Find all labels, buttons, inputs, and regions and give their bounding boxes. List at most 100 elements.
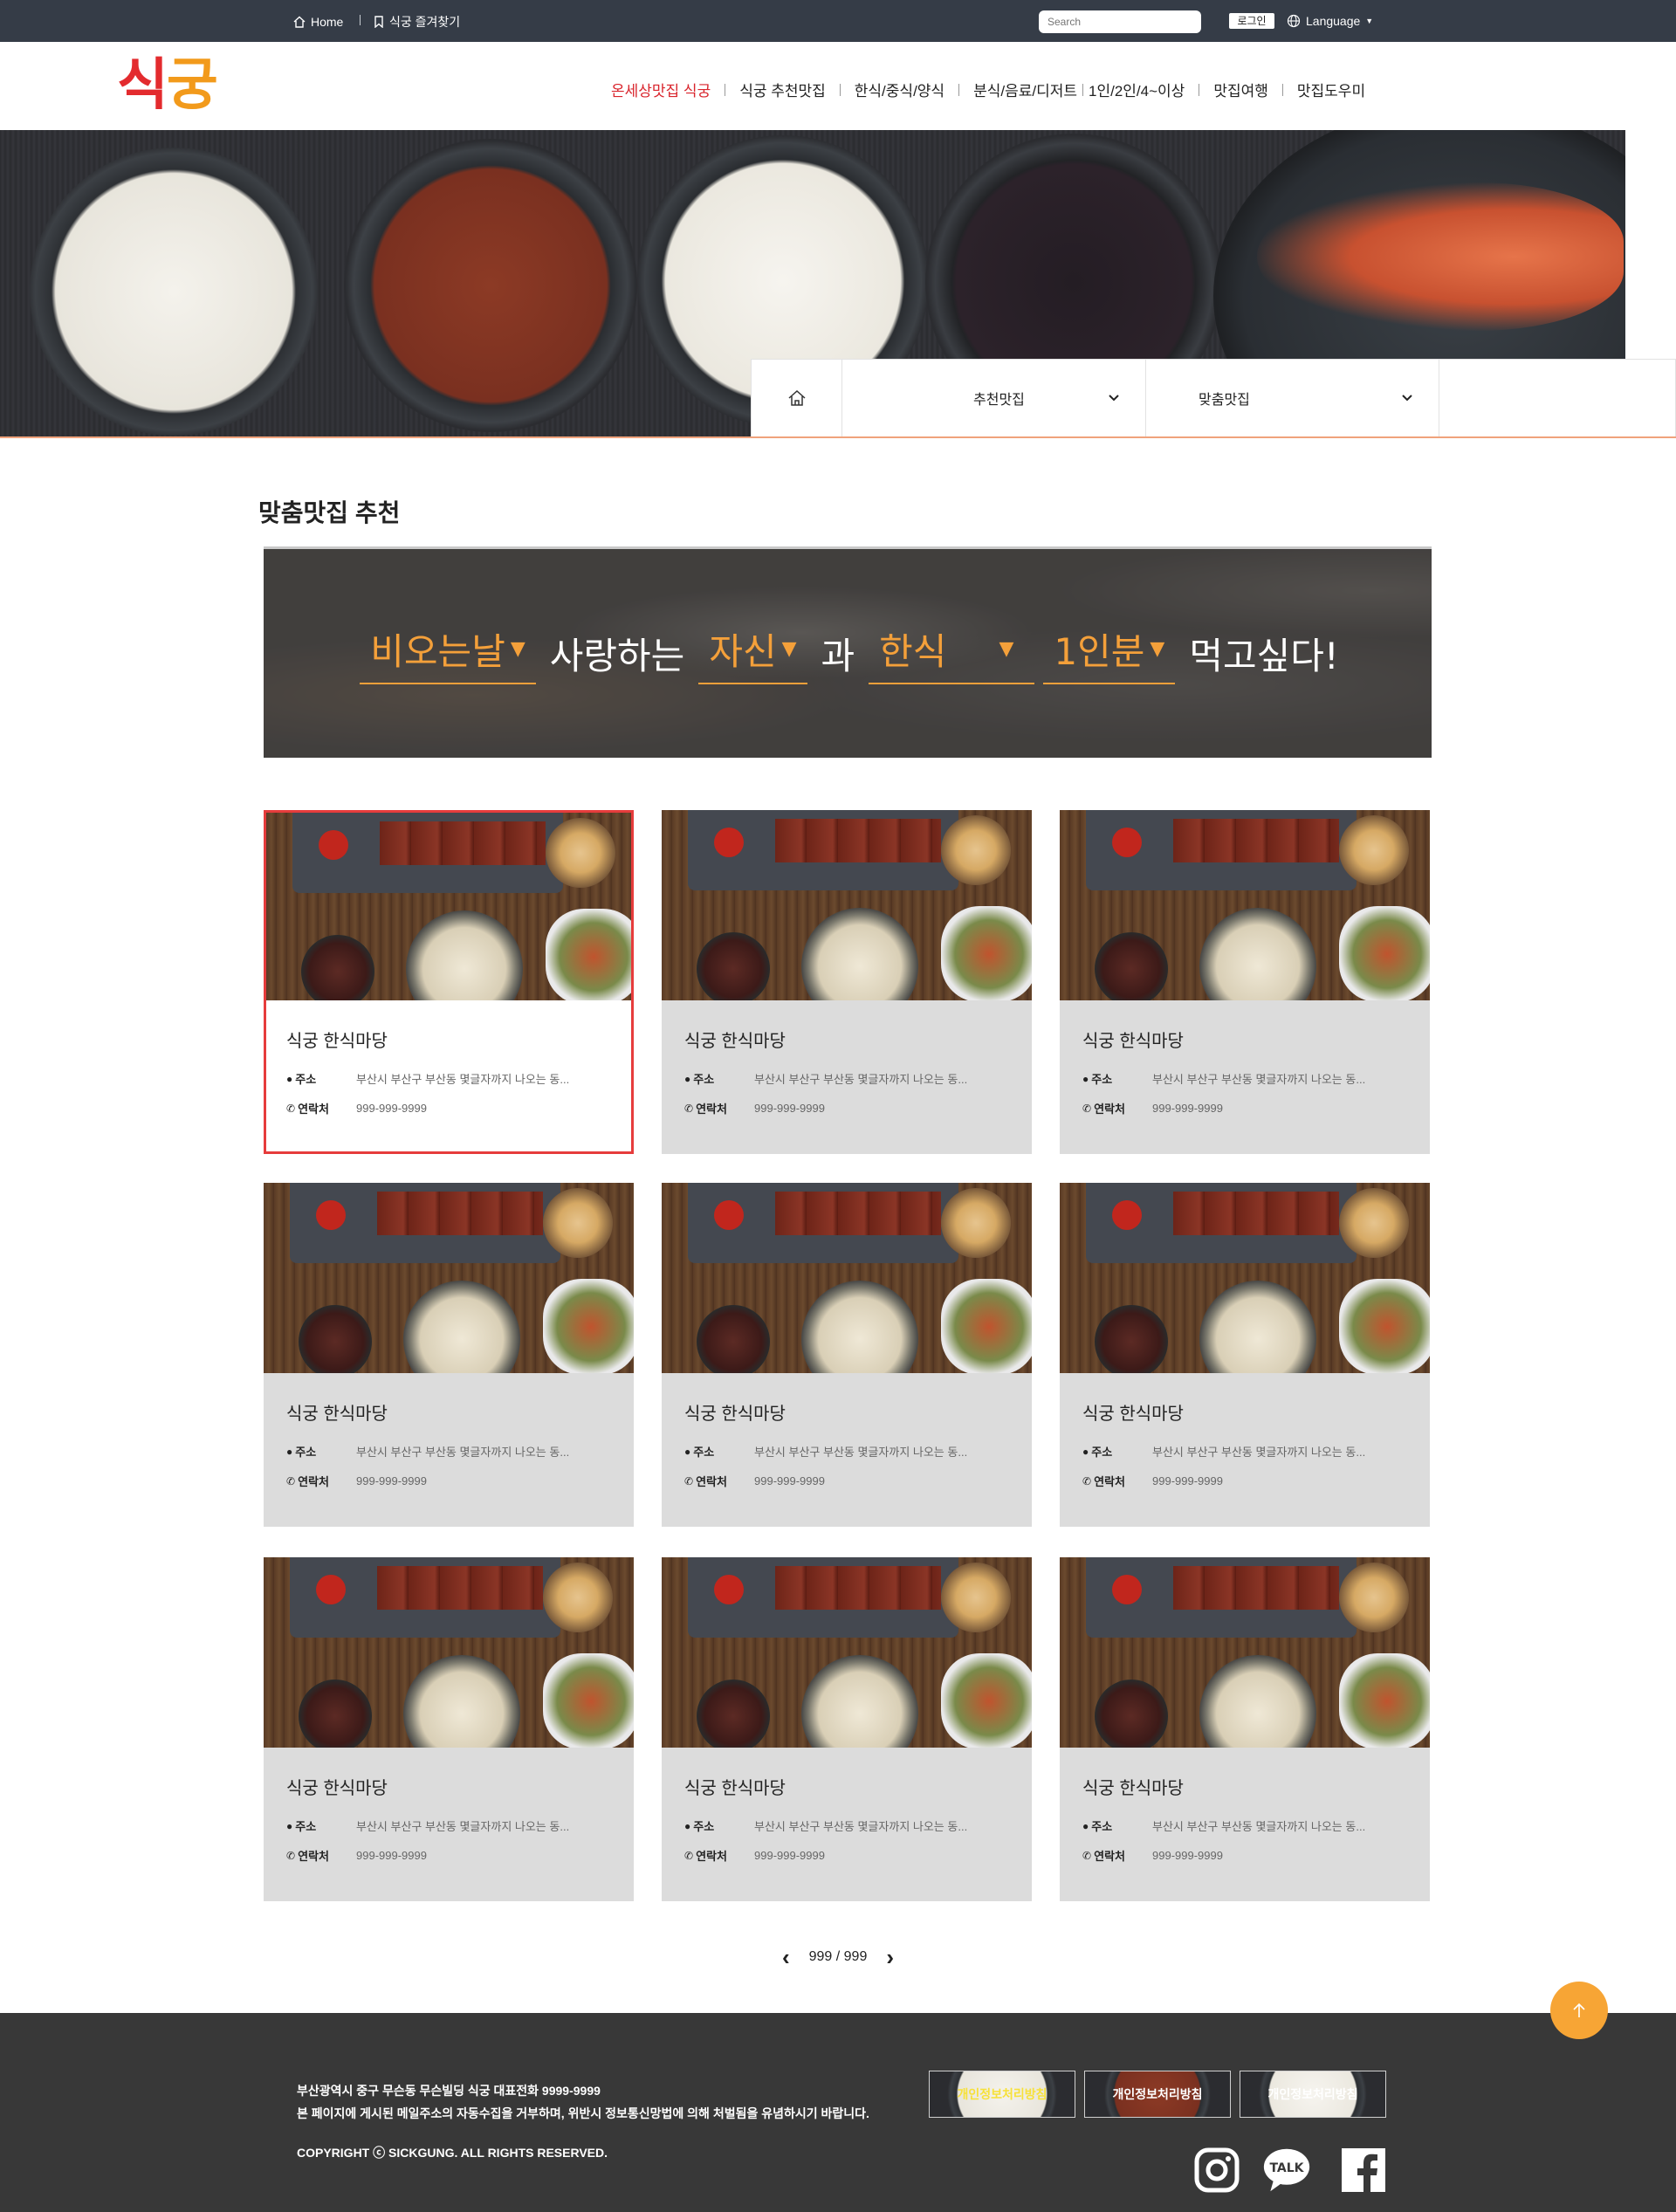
- phone-icon: ✆: [1082, 1102, 1092, 1115]
- nav-divider: [839, 83, 841, 96]
- restaurant-photo: [1060, 1557, 1430, 1748]
- chevron-left-icon[interactable]: ‹: [782, 1946, 790, 1968]
- restaurant-card[interactable]: 식궁 한식마당 ● 주소 부산시 부산구 부산동 몇글자까지 나오는 동... ✆ 연락처…: [264, 810, 634, 1154]
- nav-item-cuisine[interactable]: 한식/중식/양식: [855, 79, 944, 100]
- phone-value: 999-999-9999: [356, 1102, 427, 1115]
- restaurant-name: 식궁 한식마당: [684, 1032, 786, 1051]
- phone-icon: ✆: [684, 1474, 694, 1487]
- restaurant-name: 식궁 한식마당: [684, 1779, 786, 1798]
- phone-value: 999-999-9999: [754, 1102, 825, 1115]
- chevron-down-icon: [1109, 395, 1119, 402]
- hero-underline: [0, 436, 1676, 438]
- map-pin-icon: ●: [286, 1445, 293, 1458]
- food-select[interactable]: 한식 ▼: [869, 622, 1035, 684]
- address-value: 부산시 부산구 부산동 몇글자까지 나오는 동...: [754, 1073, 968, 1086]
- home-link[interactable]: Home: [293, 12, 343, 31]
- phone-value: 999-999-9999: [754, 1849, 825, 1862]
- logo-part1: 식: [117, 52, 168, 118]
- favorite-link[interactable]: 식궁 즐겨찾기: [374, 12, 460, 31]
- restaurant-card[interactable]: 식궁 한식마당 ● 주소 부산시 부산구 부산동 몇글자까지 나오는 동... ✆ 연락처…: [1060, 1183, 1430, 1527]
- restaurant-card[interactable]: 식궁 한식마당 ● 주소 부산시 부산구 부산동 몇글자까지 나오는 동... ✆ 연락처…: [1060, 810, 1430, 1154]
- phone-icon: ✆: [684, 1102, 694, 1115]
- phone-value: 999-999-9999: [1152, 1474, 1223, 1487]
- home-label: Home: [311, 15, 344, 29]
- companion-value: 자신: [709, 630, 777, 673]
- phone-label: 연락처: [1094, 1475, 1125, 1488]
- address-value: 부산시 부산구 부산동 몇글자까지 나오는 동...: [754, 1820, 968, 1833]
- phone-label: 연락처: [696, 1850, 727, 1863]
- address-label: 주소: [295, 1820, 317, 1833]
- restaurant-photo: [662, 1183, 1032, 1373]
- restaurant-card[interactable]: 식궁 한식마당 ● 주소 부산시 부산구 부산동 몇글자까지 나오는 동... ✆ 연락처…: [1060, 1557, 1430, 1901]
- sentence-word: 먹고싶다!: [1189, 635, 1339, 677]
- restaurant-card[interactable]: 식궁 한식마당 ● 주소 부산시 부산구 부산동 몇글자까지 나오는 동... ✆ 연락처…: [264, 1183, 634, 1527]
- restaurant-card[interactable]: 식궁 한식마당 ● 주소 부산시 부산구 부산동 몇글자까지 나오는 동... ✆ 연락처…: [662, 1183, 1032, 1527]
- nav-item-snacks[interactable]: 분식/음료/디저트: [973, 79, 1077, 100]
- footer-address: 부산광역시 중구 무슨동 무슨빌딩 식궁 대표전화 9999-9999: [297, 2084, 601, 2098]
- nav-item-home[interactable]: 온세상맛집 식궁: [611, 79, 711, 100]
- bookmark-icon: [374, 16, 383, 28]
- people-select[interactable]: 1인분 ▼: [1043, 622, 1176, 684]
- phone-row: ✆ 연락처 999-999-9999: [1082, 1473, 1223, 1489]
- nav-item-recommended[interactable]: 식궁 추천맛집: [739, 79, 826, 100]
- site-logo[interactable]: 식궁: [117, 51, 218, 120]
- phone-row: ✆ 연락처 999-999-9999: [684, 1847, 825, 1864]
- restaurant-photo: [264, 1557, 634, 1748]
- address-row: ● 주소 부산시 부산구 부산동 몇글자까지 나오는 동...: [1082, 1817, 1365, 1834]
- kakaotalk-label: TALK: [1269, 2161, 1304, 2175]
- nav-item-travel[interactable]: 맛집여행: [1213, 79, 1268, 100]
- footer-notice: 본 페이지에 게시된 메일주소의 자동수집을 거부하며, 위반시 정보통신망법에…: [297, 2106, 869, 2120]
- privacy-policy-button[interactable]: 개인정보처리방침: [1240, 2071, 1386, 2118]
- companion-select[interactable]: 자신 ▼: [698, 622, 807, 684]
- restaurant-photo: [266, 813, 631, 1000]
- map-pin-icon: ●: [684, 1445, 691, 1458]
- map-pin-icon: ●: [1082, 1072, 1089, 1085]
- phone-value: 999-999-9999: [356, 1849, 427, 1862]
- dropdown-custom[interactable]: 맞춤맛집: [1146, 360, 1439, 436]
- address-row: ● 주소 부산시 부산구 부산동 몇글자까지 나오는 동...: [684, 1817, 967, 1834]
- instagram-icon[interactable]: [1192, 2146, 1241, 2195]
- map-pin-icon: ●: [286, 1819, 293, 1832]
- restaurant-photo: [662, 810, 1032, 1000]
- people-value: 1인분: [1054, 630, 1145, 673]
- nav-item-party-size[interactable]: 1인/2인/4~이상: [1089, 79, 1185, 100]
- address-label: 주소: [693, 1446, 715, 1459]
- search-input[interactable]: [1039, 10, 1201, 33]
- phone-icon: ✆: [1082, 1474, 1092, 1487]
- phone-row: ✆ 연락처 999-999-9999: [286, 1100, 427, 1116]
- arrow-up-icon: [1573, 2002, 1585, 2017]
- address-label: 주소: [295, 1073, 317, 1086]
- phone-value: 999-999-9999: [356, 1474, 427, 1487]
- subbar-home-button[interactable]: [752, 360, 842, 436]
- chevron-right-icon[interactable]: ›: [886, 1946, 894, 1968]
- restaurant-name: 식궁 한식마당: [1082, 1032, 1184, 1051]
- kakaotalk-icon[interactable]: TALK: [1262, 2146, 1311, 2195]
- pagination: ‹ 999 / 999 ›: [782, 1943, 894, 1971]
- phone-label: 연락처: [696, 1103, 727, 1116]
- address-value: 부산시 부산구 부산동 몇글자까지 나오는 동...: [356, 1446, 570, 1459]
- phone-icon: ✆: [684, 1849, 694, 1862]
- restaurant-photo: [662, 1557, 1032, 1748]
- site-header: 식궁 온세상맛집 식궁 식궁 추천맛집 한식/중식/양식 분식/음료/디저트 1…: [0, 42, 1676, 130]
- address-value: 부산시 부산구 부산동 몇글자까지 나오는 동...: [1152, 1073, 1366, 1086]
- scroll-top-button[interactable]: [1550, 1982, 1608, 2039]
- address-row: ● 주소 부산시 부산구 부산동 몇글자까지 나오는 동...: [286, 1443, 569, 1460]
- login-button[interactable]: 로그인: [1229, 13, 1274, 29]
- restaurant-card[interactable]: 식궁 한식마당 ● 주소 부산시 부산구 부산동 몇글자까지 나오는 동... ✆ 연락처…: [264, 1557, 634, 1901]
- restaurant-card[interactable]: 식궁 한식마당 ● 주소 부산시 부산구 부산동 몇글자까지 나오는 동... ✆ 연락처…: [662, 1557, 1032, 1901]
- address-row: ● 주소 부산시 부산구 부산동 몇글자까지 나오는 동...: [684, 1070, 967, 1087]
- weather-select[interactable]: 비오는날 ▼: [360, 622, 536, 684]
- map-pin-icon: ●: [286, 1072, 293, 1085]
- restaurant-card[interactable]: 식궁 한식마당 ● 주소 부산시 부산구 부산동 몇글자까지 나오는 동... ✆ 연락처…: [662, 810, 1032, 1154]
- sentence-word: 사랑하는: [549, 635, 685, 677]
- triangle-down-icon: ▼: [510, 638, 525, 660]
- nav-item-helper[interactable]: 맛집도우미: [1297, 79, 1365, 100]
- red-rice-bowl: [344, 139, 637, 432]
- privacy-policy-button[interactable]: 개인정보처리방침: [1084, 2071, 1231, 2118]
- dropdown-recommended[interactable]: 추천맛집: [842, 360, 1146, 436]
- facebook-icon[interactable]: [1339, 2146, 1388, 2195]
- privacy-policy-button[interactable]: 개인정보처리방침: [929, 2071, 1075, 2118]
- phone-row: ✆ 연락처 999-999-9999: [684, 1100, 825, 1116]
- language-selector[interactable]: Language ▼: [1287, 11, 1373, 31]
- shrimp: [1257, 182, 1624, 331]
